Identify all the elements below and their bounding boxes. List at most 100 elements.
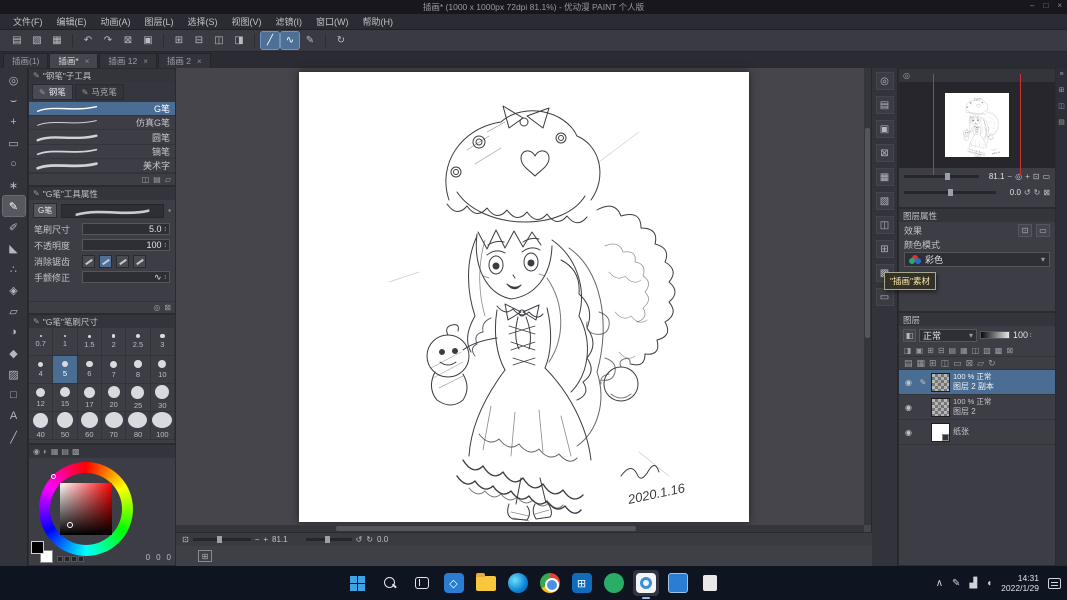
size-cell[interactable]: 70 — [102, 412, 127, 440]
mini-swatch[interactable] — [64, 556, 70, 562]
magic-wand-tool-icon[interactable]: ∗ — [3, 175, 25, 195]
color-slider-tab-icon[interactable]: ◐ — [43, 447, 48, 456]
brush-item-mapping[interactable]: 镝笔 — [29, 145, 175, 159]
brush-item-gpen[interactable]: G笔 — [29, 102, 175, 117]
wechat-app-button[interactable] — [601, 570, 627, 596]
layer-op-icon[interactable]: ▧ — [983, 346, 991, 355]
redo-icon[interactable]: ↷ — [99, 32, 117, 49]
material-image-icon[interactable]: ▦ — [875, 168, 894, 186]
fill-icon[interactable]: ▣ — [139, 32, 157, 49]
tray-pen-icon[interactable]: ✎ — [952, 578, 960, 589]
pen-tool-icon[interactable]: ✎ — [1, 195, 26, 217]
size-cell[interactable]: 8 — [126, 356, 151, 384]
color-wheel-tab-icon[interactable]: ◉ — [33, 447, 40, 456]
pen-pressure-icon[interactable]: ✎ — [301, 32, 319, 49]
new-file-icon[interactable]: ▤ — [8, 32, 26, 49]
antialias-weak-button[interactable] — [99, 254, 112, 268]
ruler-tool-icon[interactable]: ╱ — [3, 427, 25, 447]
stabilize-spinner[interactable]: ↕ — [164, 274, 168, 281]
material-search-icon[interactable]: ◎ — [875, 72, 894, 90]
menu-layer[interactable]: 图层(L) — [138, 14, 181, 29]
layer-thumbnail[interactable] — [931, 372, 950, 392]
file-explorer-button[interactable] — [473, 570, 499, 596]
navigator-zoom-100-icon[interactable]: ◎ — [1015, 172, 1022, 181]
size-cell[interactable]: 50 — [53, 412, 78, 440]
navigator-rotate-slider[interactable] — [904, 188, 996, 196]
text-tool-icon[interactable]: A — [3, 406, 25, 426]
material-download-icon[interactable]: ▭ — [875, 288, 894, 306]
mask-layer-icon[interactable]: ⊠ — [966, 358, 974, 369]
doc-tab-3[interactable]: 插画 12 × — [99, 53, 157, 68]
menu-help[interactable]: 帮助(H) — [356, 14, 401, 29]
size-cell[interactable]: 12 — [29, 384, 54, 412]
airbrush-tool-icon[interactable]: ∴ — [3, 259, 25, 279]
tool-property-settings-icon[interactable]: ◎ — [153, 303, 160, 312]
material-tone-icon[interactable]: ⊞ — [875, 240, 894, 258]
start-button[interactable] — [345, 570, 371, 596]
hand-tool-icon[interactable]: ⌣ — [3, 91, 25, 111]
layer-name[interactable]: 图层 2 副本 — [953, 382, 994, 392]
menu-select[interactable]: 选择(S) — [181, 14, 225, 29]
navigator-fullscreen-icon[interactable]: ▭ — [1042, 172, 1050, 181]
menu-animation[interactable]: 动画(A) — [94, 14, 138, 29]
sv-indicator[interactable] — [67, 522, 73, 528]
new-vector-layer-icon[interactable]: ▦ — [917, 358, 926, 369]
new-layer-icon[interactable]: ▤ — [904, 358, 913, 369]
navigator-rotate-left-icon[interactable]: ↺ — [1024, 188, 1031, 197]
zoom-out-icon[interactable]: − — [255, 535, 260, 544]
navigator-rotate-right-icon[interactable]: ↻ — [1034, 188, 1041, 197]
color-set-tab-icon[interactable]: ▦ — [51, 447, 59, 456]
vertical-scrollbar[interactable] — [864, 68, 871, 525]
curve-mode-icon[interactable]: ∿ — [280, 31, 300, 50]
brush-item-calligraphy[interactable]: 美术字 — [29, 159, 175, 174]
dock-list-icon[interactable]: ▤ — [1058, 118, 1065, 126]
layer-row-copy[interactable]: ◉ ✎ 100 % 正常 图层 2 副本 — [899, 370, 1055, 395]
layer-op-icon[interactable]: ▦ — [960, 346, 968, 355]
doc-tab-2[interactable]: 插画* × — [49, 53, 99, 68]
material-monochrome-icon[interactable]: ▣ — [875, 120, 894, 138]
zoom-tool-icon[interactable]: ◎ — [3, 70, 25, 90]
subtool-delete-icon[interactable]: ▱ — [165, 175, 171, 184]
paint-app-button[interactable] — [632, 570, 659, 599]
size-cell[interactable]: 15 — [53, 384, 78, 412]
navigator-fit-icon[interactable]: ⊡ — [1033, 172, 1040, 181]
material-pattern-icon[interactable]: ◫ — [875, 216, 894, 234]
dock-expand-icon[interactable]: ⊞ — [1059, 86, 1065, 94]
size-cell[interactable]: 3 — [150, 328, 175, 356]
antialias-medium-button[interactable] — [116, 254, 129, 268]
opacity-input[interactable]: 100 ↕ — [82, 239, 170, 251]
menu-window[interactable]: 窗口(W) — [309, 14, 356, 29]
material-manga-icon[interactable]: ⊠ — [875, 144, 894, 162]
brush-size-input[interactable]: 5.0 ↕ — [82, 223, 170, 235]
menu-view[interactable]: 视图(V) — [225, 14, 269, 29]
tray-chevron-icon[interactable]: ∧ — [936, 578, 943, 589]
undo-icon[interactable]: ↶ — [79, 32, 97, 49]
brush-tool-icon[interactable]: ◣ — [3, 238, 25, 258]
color-history-tab-icon[interactable]: ▤ — [61, 447, 69, 456]
blend-group-icon[interactable]: ◧ — [903, 328, 916, 342]
navigator-preview[interactable] — [899, 74, 1055, 176]
size-cell[interactable]: 1.5 — [77, 328, 102, 356]
subtool-add-icon[interactable]: ◫ — [142, 175, 150, 184]
tool-property-detail-icon[interactable]: ⊠ — [164, 303, 171, 312]
rotate-left-icon[interactable]: ↺ — [356, 535, 363, 544]
subtool-copy-icon[interactable]: ▤ — [153, 175, 161, 184]
subtool-tab-pen[interactable]: ✎ 钢笔 — [32, 84, 73, 100]
minimize-button[interactable]: – — [1030, 1, 1034, 10]
doc-tab-4[interactable]: 插画 2 × — [157, 53, 211, 68]
chrome-browser-button[interactable] — [537, 570, 563, 596]
layer-op-icon[interactable]: ⊠ — [1006, 346, 1013, 355]
clear-icon[interactable]: ⊠ — [119, 32, 137, 49]
dock-panel-icon[interactable]: ◫ — [1058, 102, 1065, 110]
grid-icon[interactable]: ⊞ — [170, 32, 188, 49]
taskbar-search-button[interactable] — [377, 570, 403, 596]
store-app-button[interactable]: ⊞ — [569, 570, 595, 596]
mini-swatch[interactable] — [57, 556, 63, 562]
mini-swatch[interactable] — [71, 556, 77, 562]
layer-visibility-icon[interactable]: ◉ — [902, 378, 915, 387]
layer-visibility-icon[interactable]: ◉ — [902, 403, 915, 412]
lasso-tool-icon[interactable]: ○ — [3, 154, 25, 174]
layer-op-icon[interactable]: ◫ — [972, 346, 980, 355]
menu-filter[interactable]: 滤镜(I) — [269, 14, 310, 29]
doc-tab-1[interactable]: 插画(1) — [3, 53, 49, 68]
